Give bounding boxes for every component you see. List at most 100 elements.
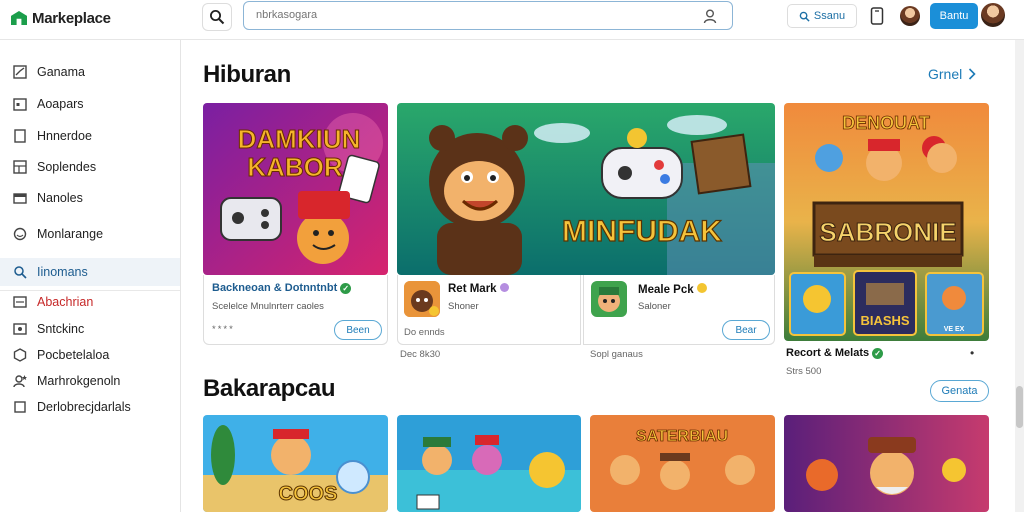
calendar-icon bbox=[13, 97, 27, 111]
search-field[interactable] bbox=[243, 1, 733, 30]
thumb-title: COOS bbox=[279, 483, 338, 505]
folder-icon bbox=[13, 191, 27, 205]
see-all-label: Grnel bbox=[928, 66, 963, 82]
section-action-button[interactable]: Genata bbox=[930, 380, 989, 402]
app-meta: Do ennds bbox=[404, 327, 445, 338]
art-title-line: SABRONIE bbox=[819, 217, 956, 247]
sidebar-item-sntckinc[interactable]: Sntckinc bbox=[0, 315, 180, 343]
sidebar-item-soplendes[interactable]: Soplendes bbox=[0, 153, 180, 181]
section-title: Bakarapcau bbox=[203, 375, 336, 402]
see-all-link[interactable]: Grnel bbox=[928, 66, 976, 82]
top-search-label: Ssanu bbox=[813, 10, 846, 22]
sidebar-item-label: Iinomans bbox=[37, 265, 88, 279]
card-subtitle: Scelelce Mnulnrterr caoles bbox=[212, 301, 324, 312]
user-icon[interactable] bbox=[702, 8, 718, 24]
app-name: Meale Pck bbox=[638, 284, 694, 296]
card-title: Recort & Melats bbox=[786, 347, 870, 359]
app-thumbnail[interactable] bbox=[404, 281, 440, 317]
app-name-row: Meale Pck bbox=[638, 283, 707, 296]
get-button[interactable]: Been bbox=[334, 320, 382, 340]
tile-label: BIASHS bbox=[860, 313, 909, 328]
app-thumbnail[interactable] bbox=[591, 281, 627, 317]
primary-button-label: Bantu bbox=[939, 10, 969, 22]
sidebar-item-ganama[interactable]: Ganama bbox=[0, 58, 180, 86]
app-subtitle: Saloner bbox=[638, 301, 671, 312]
art-title-line: DAMKIUN bbox=[238, 124, 361, 154]
primary-button[interactable]: Bantu bbox=[930, 3, 978, 29]
sidebar-item-abachrian[interactable]: Abachrian bbox=[0, 288, 180, 316]
top-bar: Markeplace Ssanu Bantu bbox=[0, 0, 1024, 40]
section-action-label: Genata bbox=[941, 385, 978, 397]
art-title-line: DENOUAT bbox=[842, 113, 930, 133]
thumb-title: SATERBIAU bbox=[636, 428, 728, 445]
section-title: Hiburan bbox=[203, 61, 291, 88]
game-art-2[interactable]: MINFUDAK bbox=[397, 103, 775, 275]
sidebar-item-hnnerdoe[interactable]: Hnnerdoe bbox=[0, 122, 180, 150]
art-title-line: MINFUDAK bbox=[562, 215, 722, 248]
game-thumb[interactable] bbox=[397, 415, 581, 512]
badge-icon bbox=[499, 283, 509, 292]
game-thumb[interactable] bbox=[784, 415, 989, 512]
search-small-icon bbox=[799, 11, 810, 22]
more-dot[interactable]: • bbox=[970, 346, 974, 360]
search-icon bbox=[210, 10, 225, 25]
sidebar-item-label: Hnnerdoe bbox=[37, 129, 92, 143]
sidebar-item-aoapars[interactable]: Aoapars bbox=[0, 90, 180, 118]
scrollbar-thumb[interactable] bbox=[1016, 386, 1023, 428]
search-button[interactable] bbox=[202, 3, 232, 31]
card-rating: **** bbox=[212, 324, 235, 335]
sidebar-item-label: Monlarange bbox=[37, 227, 104, 241]
chart-icon bbox=[13, 65, 27, 79]
square-icon bbox=[13, 400, 27, 414]
search-input[interactable] bbox=[256, 9, 686, 21]
game-thumb[interactable]: COOS bbox=[203, 415, 388, 512]
card-info: Meale Pck Saloner Bear bbox=[583, 275, 775, 345]
box-icon bbox=[13, 322, 27, 336]
sidebar-item-label: Aoapars bbox=[37, 97, 84, 111]
phone-icon[interactable] bbox=[869, 6, 885, 26]
sidebar-item-iinomans[interactable]: Iinomans bbox=[0, 258, 180, 286]
app-subtitle: Shoner bbox=[448, 301, 479, 312]
scrollbar-track[interactable] bbox=[1015, 40, 1024, 512]
sidebar-item-label: Nanoles bbox=[37, 191, 83, 205]
hexagon-icon bbox=[13, 348, 27, 362]
app-name: Markeplace bbox=[32, 9, 111, 27]
document-icon bbox=[13, 129, 27, 143]
sidebar-item-label: Ganama bbox=[37, 65, 85, 79]
top-search-link[interactable]: Ssanu bbox=[787, 4, 857, 28]
emoji-icon bbox=[696, 283, 707, 293]
sidebar-item-derlobrecjdarlals[interactable]: Derlobrecjdarlals bbox=[0, 393, 180, 421]
sidebar-item-label: Soplendes bbox=[37, 160, 97, 174]
home-logo-icon bbox=[10, 9, 28, 27]
sidebar-item-marhrokgenoln[interactable]: Marhrokgenoln bbox=[0, 367, 180, 395]
get-button-label: Been bbox=[346, 324, 370, 336]
verified-icon: ✓ bbox=[340, 282, 352, 294]
game-art-1[interactable]: DAMKIUN KABOR bbox=[203, 103, 388, 275]
card-info: Backneoan & Dotnntnbt ✓ Scelelce Mnulnrte… bbox=[203, 275, 388, 345]
app-extra: Sopl ganaus bbox=[590, 349, 643, 360]
chevron-right-icon bbox=[969, 68, 976, 80]
get-button-label: Bear bbox=[735, 324, 757, 336]
sidebar-item-label: Abachrian bbox=[37, 295, 94, 309]
card-subtitle: Strs 500 bbox=[786, 366, 822, 377]
app-logo[interactable]: Markeplace bbox=[10, 9, 111, 27]
get-button[interactable]: Bear bbox=[722, 320, 770, 340]
tile-badge: VE EX bbox=[944, 326, 965, 333]
sidebar-item-monlarange[interactable]: Monlarange bbox=[0, 220, 180, 248]
sidebar-item-label: Sntckinc bbox=[37, 322, 85, 336]
art-title-line: KABOR bbox=[247, 152, 343, 182]
game-art-3[interactable]: DENOUAT SABRONIE BIASHS VE EX bbox=[784, 103, 989, 341]
grid-icon bbox=[13, 160, 27, 174]
card-info: Ret Mark Shoner Do ennds bbox=[397, 275, 581, 345]
profile-avatar[interactable] bbox=[981, 3, 1005, 27]
game-thumb[interactable]: SATERBIAU bbox=[590, 415, 775, 512]
globe-icon bbox=[13, 227, 27, 241]
app-name: Ret Mark bbox=[448, 283, 497, 295]
sidebar-item-label: Derlobrecjdarlals bbox=[37, 400, 131, 414]
sidebar-item-nanoles[interactable]: Nanoles bbox=[0, 184, 180, 212]
verified-icon: ✓ bbox=[872, 347, 884, 359]
app-name-row: Ret Mark bbox=[448, 283, 509, 295]
inbox-icon bbox=[13, 295, 27, 309]
avatar[interactable] bbox=[900, 6, 920, 26]
sidebar-item-pocbetelaloa[interactable]: Pocbetelaloa bbox=[0, 341, 180, 369]
